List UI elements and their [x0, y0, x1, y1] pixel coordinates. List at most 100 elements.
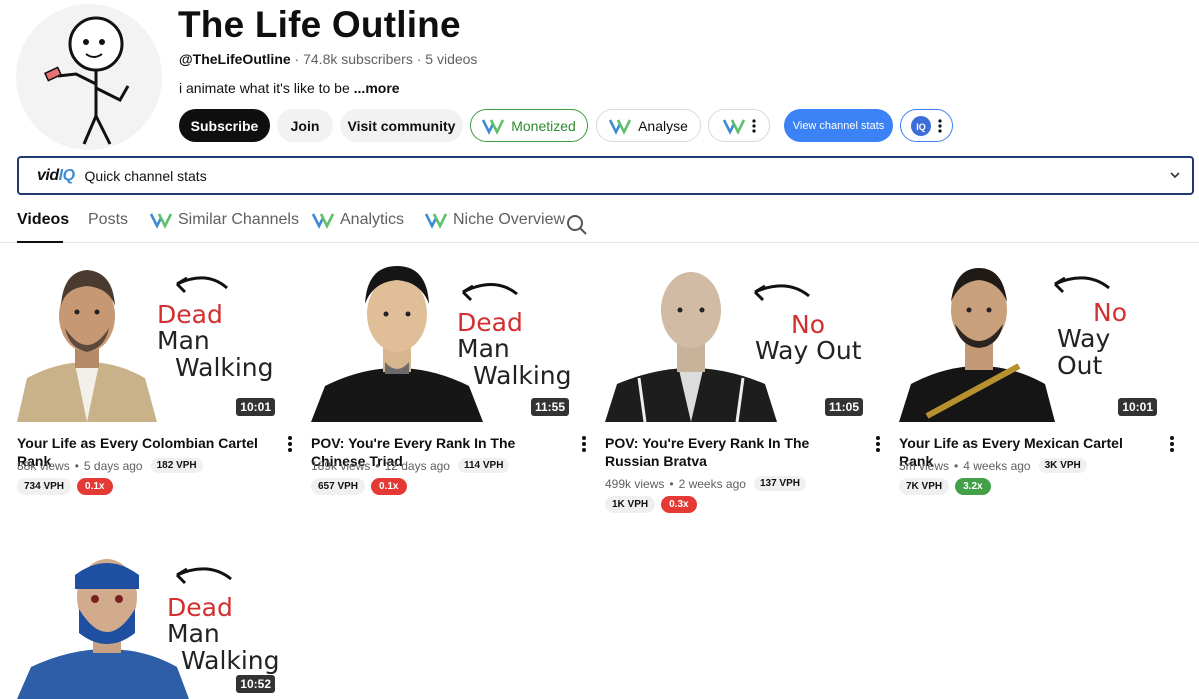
vidiq-logo: vidIQ — [37, 167, 75, 185]
channel-avatar[interactable] — [16, 4, 162, 150]
vidiq-stats: 7K VPH 3.2x — [899, 478, 991, 495]
video-stats: 5m views • 4 weeks ago 3K VPH — [899, 458, 1087, 473]
chevron-down-icon[interactable] — [1168, 168, 1182, 182]
caption-word: Man — [457, 334, 510, 364]
thumbnail-caption: Dead Man Walking — [167, 593, 279, 675]
quick-stats-label: Quick channel stats — [84, 167, 207, 184]
more-vert-icon[interactable] — [577, 436, 591, 454]
tab-videos[interactable]: Videos — [17, 211, 69, 229]
view-count: 88k views — [17, 458, 70, 473]
monetized-button[interactable]: Monetized — [470, 109, 588, 142]
tab-niche-label: Niche Overview — [453, 211, 566, 228]
vidiq-icon — [425, 213, 447, 229]
more-vert-icon — [751, 118, 756, 133]
vph-badge: 1K VPH — [605, 496, 656, 513]
subscribe-button[interactable]: Subscribe — [179, 109, 270, 142]
description-more-link[interactable]: ...more — [354, 80, 400, 96]
stats-dot: • — [669, 476, 674, 491]
thumbnail-caption: No Way Out — [1057, 298, 1161, 380]
vidiq-icon — [312, 213, 334, 229]
vidiq-more-button[interactable] — [708, 109, 770, 142]
analyse-label: Analyse — [638, 117, 688, 134]
upload-age: 5 days ago — [83, 458, 143, 473]
tab-similar-label: Similar Channels — [178, 211, 299, 228]
caption-word: Way Out — [1057, 324, 1111, 380]
view-count: 5m views — [899, 458, 950, 473]
more-vert-icon[interactable] — [283, 436, 297, 454]
channel-tabs: Videos Posts Similar Channels Analytics … — [0, 205, 1199, 243]
video-title[interactable]: POV: You're Every Rank In The Russian Br… — [605, 434, 855, 470]
caption-word: Dead — [167, 593, 233, 622]
multiplier-badge: 0.3x — [661, 496, 697, 513]
vidiq-logo-a: vid — [37, 166, 59, 184]
caption-word: Walking — [175, 352, 274, 382]
video-thumbnail[interactable]: Dead Man Walking 11:55 — [311, 266, 573, 422]
active-tab-underline — [17, 241, 63, 243]
video-thumbnail[interactable]: No Way Out 11:05 — [605, 266, 867, 422]
caption-word: Dead — [157, 300, 223, 329]
caption-word: Man — [167, 619, 220, 649]
channel-handle: @TheLifeOutline — [179, 51, 291, 67]
video-thumbnail[interactable]: Dead Man Walking 10:01 — [17, 266, 279, 422]
meta-separator: · — [294, 51, 304, 67]
video-duration: 11:05 — [824, 398, 863, 416]
stickman-avatar-icon — [16, 4, 162, 150]
view-count: 189k views — [311, 458, 371, 473]
join-button[interactable]: Join — [277, 109, 333, 142]
video-stats: 189k views • 12 days ago 114 VPH — [311, 458, 510, 473]
more-vert-icon[interactable] — [871, 436, 885, 454]
video-duration: 10:01 — [236, 398, 275, 416]
vidiq-stats: 1K VPH 0.3x — [605, 496, 697, 513]
caption-word: Dead — [457, 308, 523, 337]
vidiq-icon — [722, 118, 745, 135]
video-duration: 10:01 — [1118, 398, 1157, 416]
meta-separator: · — [416, 51, 426, 67]
caption-word: Walking — [181, 645, 279, 675]
vidiq-quick-stats-bar[interactable]: vidIQ Quick channel stats — [17, 156, 1194, 195]
vidiq-logo-b: IQ — [58, 166, 75, 184]
vidiq-icon — [482, 118, 505, 135]
visit-community-button[interactable]: Visit community — [340, 109, 463, 142]
tab-analytics-label: Analytics — [340, 211, 405, 228]
video-count: 5 videos — [425, 51, 478, 67]
caption-word: Walking — [473, 360, 572, 390]
video-duration: 11:55 — [530, 398, 569, 416]
caption-word: Man — [157, 326, 210, 356]
vph-badge: 657 VPH — [311, 478, 366, 495]
caption-word: Way Out — [755, 336, 862, 366]
vph-badge: 114 VPH — [457, 458, 510, 473]
multiplier-badge: 3.2x — [955, 478, 991, 495]
thumbnail-caption: Dead Man Walking — [157, 300, 279, 382]
tab-analytics[interactable]: Analytics — [312, 211, 404, 229]
thumbnail-caption: No Way Out — [755, 311, 862, 366]
tab-posts[interactable]: Posts — [88, 211, 128, 229]
upload-age: 2 weeks ago — [678, 476, 746, 491]
multiplier-badge: 0.1x — [77, 478, 113, 495]
iq-menu-button[interactable]: IQ — [900, 109, 953, 142]
view-channel-stats-button[interactable]: View channel stats — [784, 109, 893, 142]
search-icon[interactable] — [566, 214, 588, 236]
multiplier-badge: 0.1x — [371, 478, 407, 495]
vph-badge: 182 VPH — [150, 458, 203, 473]
tab-similar-channels[interactable]: Similar Channels — [150, 211, 299, 229]
view-count: 499k views — [605, 476, 665, 491]
video-duration: 10:52 — [236, 675, 275, 693]
subscriber-count: 74.8k subscribers — [303, 51, 413, 67]
video-thumbnail[interactable]: Dead Man Walking 10:52 — [17, 545, 279, 699]
analyse-button[interactable]: Analyse — [596, 109, 701, 142]
tab-niche-overview[interactable]: Niche Overview — [425, 211, 565, 229]
vph-badge: 7K VPH — [899, 478, 950, 495]
caption-word: No — [1093, 298, 1127, 327]
description-text: i animate what it's like to be — [179, 80, 350, 96]
monetized-label: Monetized — [511, 117, 576, 134]
stats-dot: • — [954, 458, 959, 473]
vph-badge: 3K VPH — [1038, 458, 1087, 473]
vph-badge: 137 VPH — [753, 476, 806, 491]
vidiq-icon — [150, 213, 172, 229]
channel-description[interactable]: i animate what it's like to be ...more — [179, 80, 400, 96]
more-vert-icon[interactable] — [1165, 436, 1179, 454]
more-vert-icon — [938, 118, 942, 133]
video-thumbnail[interactable]: No Way Out 10:01 — [899, 266, 1161, 422]
vidiq-stats: 734 VPH 0.1x — [17, 478, 113, 495]
svg-text:IQ: IQ — [916, 122, 926, 132]
